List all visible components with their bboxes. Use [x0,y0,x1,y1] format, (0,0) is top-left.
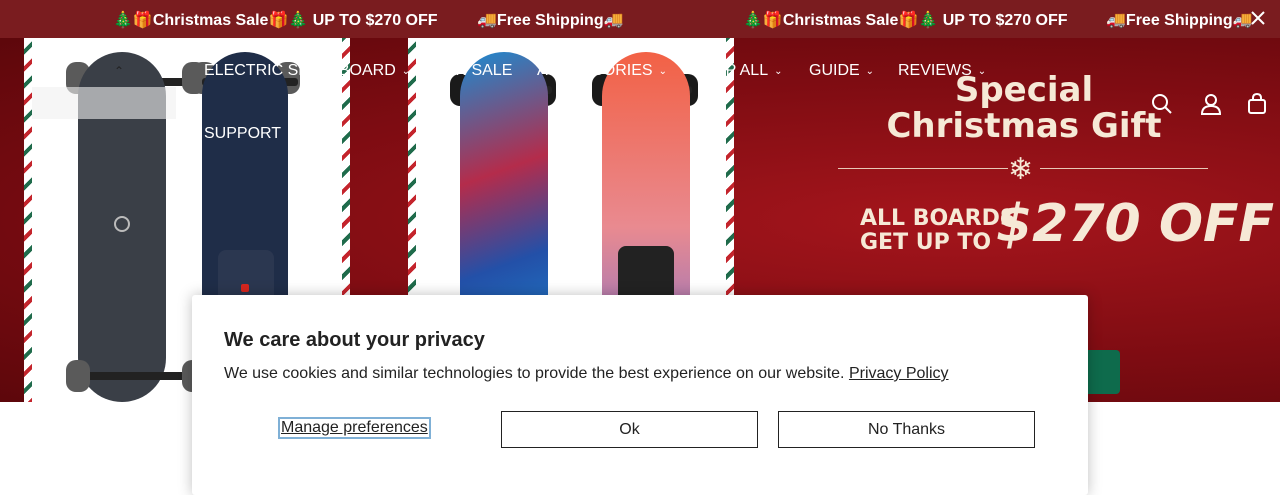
nav-item-label: SHOP ALL [691,62,769,79]
manage-preferences-link[interactable]: Manage preferences [278,417,431,439]
ok-button[interactable]: Ok [501,411,758,448]
chevron-down-icon: ⌄ [977,65,987,77]
hero-offer-amount: $270 OFF [996,194,1275,254]
nav-item-on-sale[interactable]: ON SALE [443,62,512,80]
chevron-up-icon: ⌃ [114,64,125,78]
cookie-body: We use cookies and similar technologies … [224,365,949,383]
cookie-title: We care about your privacy [224,329,485,351]
announcement-message[interactable]: 🚚Free Shipping🚚 [477,10,624,30]
chevron-down-icon: ⌄ [865,65,875,77]
nav-item-label: SUPPORT [204,125,282,142]
close-icon[interactable] [1250,10,1266,26]
chevron-down-icon: ⌄ [658,65,667,77]
nav-item-guide[interactable]: GUIDE ⌄ [809,62,874,80]
nav-item-label: ACCESSORIES [537,62,653,79]
cookie-consent-dialog: We care about your privacy We use cookie… [192,295,1088,495]
snowflake-icon: ❄ [1008,153,1034,186]
nav-item-reviews[interactable]: REVIEWS ⌄ [898,62,986,80]
nav-item-support[interactable]: SUPPORT [204,125,281,143]
nav-item-label: REVIEWS [898,62,972,79]
nav-item-label: GUIDE [809,62,860,79]
nav-item-shop-all[interactable]: SHOP ALL ⌄ [691,62,782,80]
nav-item-label: ELECTRIC SKATEBOARD [204,62,396,79]
nav-item-accessories[interactable]: ACCESSORIES ⌄ [537,62,667,80]
nav-item-label: ON SALE [443,62,513,79]
announcement-bar: 🎄🎁Christmas Sale🎁🎄 UP TO $270 OFF 🚚Free … [0,0,1280,38]
search-icon[interactable] [1150,92,1174,116]
nav-item-electric-skateboard[interactable]: ELECTRIC SKATEBOARD ⌄ [204,62,410,80]
chevron-down-icon: ⌄ [401,65,411,77]
logo-placeholder[interactable] [32,87,176,119]
hero-offer-line1: ALL BOARDS [860,206,1016,231]
chevron-down-icon: ⌄ [774,65,783,77]
hero-offer-line2: GET UP TO [860,230,992,255]
no-thanks-button[interactable]: No Thanks [778,411,1035,448]
privacy-policy-link[interactable]: Privacy Policy [849,365,949,382]
announcement-message[interactable]: 🚚Free Shipping🚚 [1106,10,1253,30]
cart-icon[interactable] [1245,92,1269,116]
cookie-body-text: We use cookies and similar technologies … [224,365,845,382]
account-icon[interactable] [1199,92,1223,116]
announcement-message[interactable]: 🎄🎁Christmas Sale🎁🎄 UP TO $270 OFF [743,10,1068,30]
announcement-message[interactable]: 🎄🎁Christmas Sale🎁🎄 UP TO $270 OFF [113,10,438,30]
